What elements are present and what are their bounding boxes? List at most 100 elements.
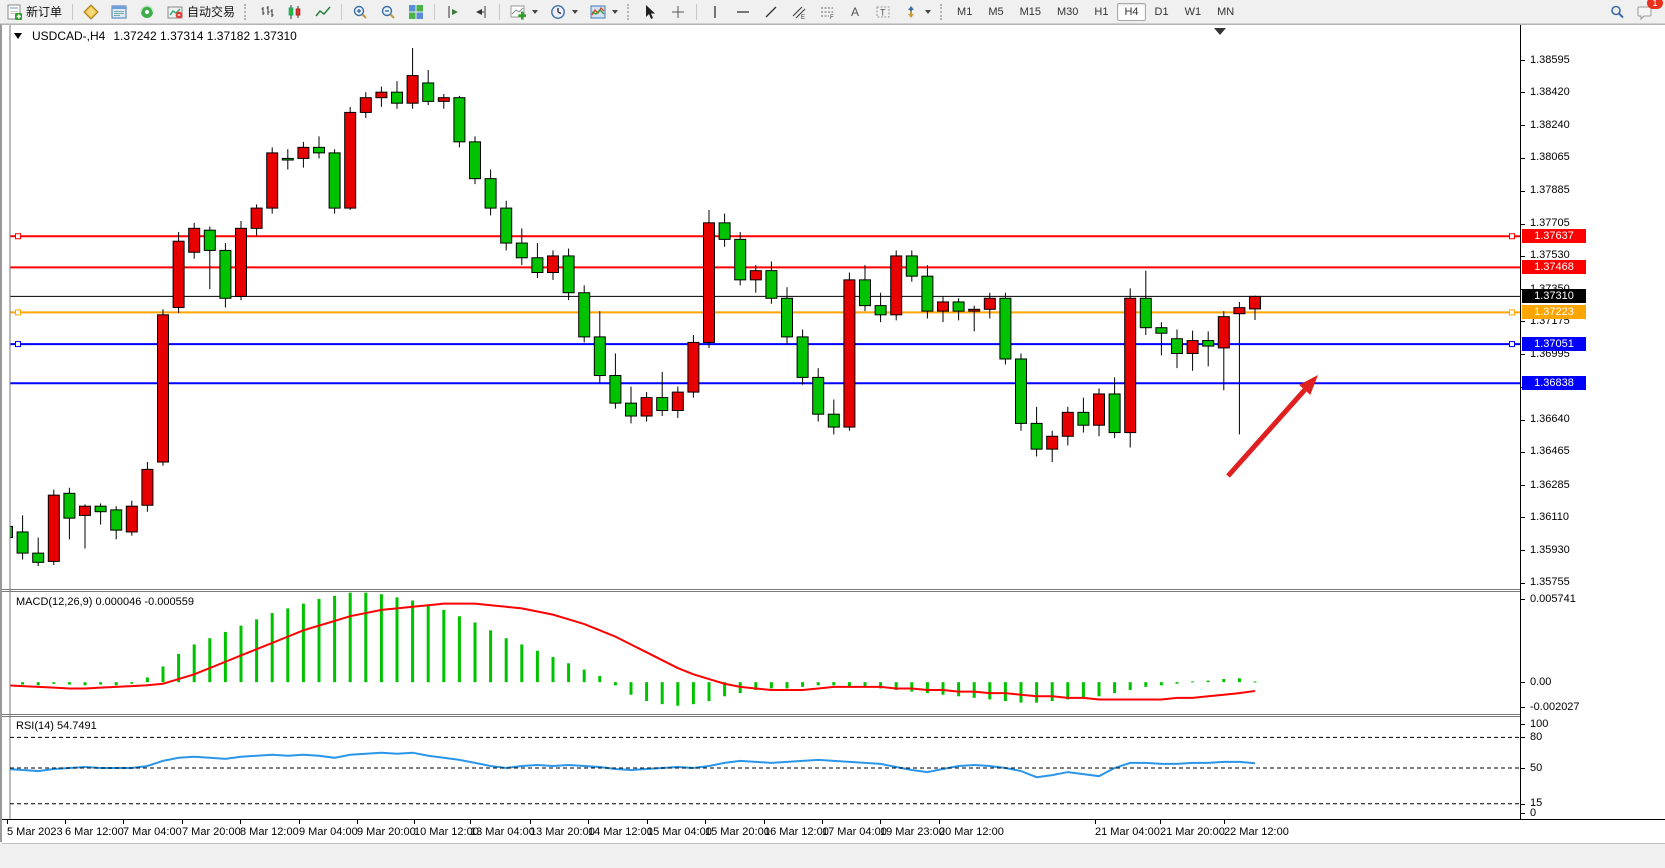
macd-histogram-bar [957,682,960,696]
horizontal-line-button[interactable] [730,0,756,23]
macd-histogram-bar [1035,682,1038,702]
trend-arrow[interactable] [1228,390,1305,476]
arrows-button[interactable] [898,0,936,23]
macd-histogram-bar [692,682,695,704]
market-watch-button[interactable] [78,0,104,23]
line-handle[interactable] [1510,234,1515,239]
candlestick-chart-button[interactable] [282,0,308,23]
candlestick [1062,412,1073,436]
bar-chart-button[interactable] [254,0,280,23]
trendline-button[interactable] [758,0,784,23]
timeframe-button-m15[interactable]: M15 [1013,3,1048,21]
macd-histogram-bar [832,682,835,685]
time-axis-tick [822,820,823,824]
price-axis-label: 1.36110 [1530,511,1569,523]
rsi-axis-label: 50 [1530,762,1542,774]
navigator-button[interactable] [134,0,160,23]
toolbar-separator [696,4,697,20]
macd-histogram-bar [754,682,757,690]
timeframe-button-m5[interactable]: M5 [981,3,1010,21]
channel-button[interactable]: E [786,0,812,23]
cursor-button[interactable] [637,0,663,23]
crosshair-button[interactable] [665,0,691,23]
macd-axis-tick [1521,599,1525,600]
timeframe-button-m30[interactable]: M30 [1050,3,1085,21]
time-axis-tick [647,820,648,824]
price-axis-tick [1521,92,1525,93]
fibonacci-button[interactable]: F [814,0,840,23]
vertical-line-button[interactable] [702,0,728,23]
macd-axis-label: 0.00 [1530,676,1551,688]
line-handle[interactable] [1510,310,1515,315]
price-axis-label: 1.35755 [1530,576,1570,588]
timeframe-button-m1[interactable]: M1 [950,3,979,21]
time-axis-label: 9 Mar 04:00 [299,826,358,838]
candlestick [1016,359,1027,423]
timeframe-button-h4[interactable]: H4 [1117,3,1145,21]
macd-histogram-bar [817,682,820,685]
zoom-in-button[interactable] [347,0,373,23]
candlestick [48,495,59,561]
trend-arrow-head[interactable] [1299,375,1318,395]
time-axis-label: 5 Mar 2023 [7,826,63,838]
timeframe-button-h1[interactable]: H1 [1087,3,1115,21]
price-badge-1.37637: 1.37637 [1522,229,1586,243]
new-order-icon [6,4,22,20]
line-handle[interactable] [16,310,21,315]
chart-shift-button[interactable] [440,0,466,23]
rsi-axis-label: 80 [1530,731,1542,743]
templates-button[interactable] [585,0,623,23]
arrows-icon [903,4,919,20]
chart-shift-marker[interactable] [1214,28,1226,35]
line-handle[interactable] [16,342,21,347]
candlestick [922,276,933,311]
chart-workspace: USDCAD-,H4 1.37242 1.37314 1.37182 1.373… [0,24,1665,842]
candlestick [1031,423,1042,449]
status-strip [2,843,1665,868]
zoom-out-button[interactable] [375,0,401,23]
toolbar-separator [72,4,73,20]
new-order-button[interactable]: 新订单 [1,0,67,23]
text-label-button[interactable]: T [870,0,896,23]
candlestick [1109,394,1120,433]
macd-histogram-bar [1222,679,1225,682]
timeframe-button-mn[interactable]: MN [1210,3,1241,21]
time-axis-label: 21 Mar 04:00 [1095,826,1160,838]
notifications-button[interactable]: 1 [1632,0,1658,23]
macd-histogram-bar [364,593,367,683]
search-button[interactable] [1604,0,1630,23]
time-axis[interactable]: 5 Mar 20236 Mar 12:007 Mar 04:007 Mar 20… [2,819,1665,844]
periods-button[interactable] [545,0,583,23]
macd-histogram-bar [942,682,945,695]
price-axis-tick [1521,420,1525,421]
candlestick [938,302,949,311]
price-axis-tick [1521,60,1525,61]
auto-scroll-button[interactable] [468,0,494,23]
price-axis[interactable]: 1.385951.384201.382401.380651.378851.377… [1520,25,1665,819]
tile-windows-button[interactable] [403,0,429,23]
macd-histogram-bar [988,682,991,699]
timeframe-button-d1[interactable]: D1 [1148,3,1176,21]
time-axis-label: 17 Mar 04:00 [822,826,887,838]
text-button[interactable]: A [842,0,868,23]
timeframe-button-w1[interactable]: W1 [1178,3,1209,21]
indicators-button[interactable] [505,0,543,23]
candlestick [2,526,13,537]
line-handle[interactable] [16,234,21,239]
candlestick [860,280,871,306]
auto-trading-button[interactable]: 自动交易 [162,0,240,23]
candlestick [236,228,247,296]
rsi-axis-tick [1521,724,1525,725]
navigator-icon [139,4,155,20]
macd-histogram-bar [926,682,929,693]
candlestick [766,271,777,299]
horizontal-line-icon [735,4,751,20]
line-handle[interactable] [1510,342,1515,347]
data-window-button[interactable] [106,0,132,23]
line-chart-button[interactable] [310,0,336,23]
candlestick [282,158,293,160]
panel-separator[interactable] [2,589,1665,592]
panel-separator[interactable] [2,714,1665,717]
macd-histogram-bar [286,608,289,682]
time-axis-tick [530,820,531,824]
